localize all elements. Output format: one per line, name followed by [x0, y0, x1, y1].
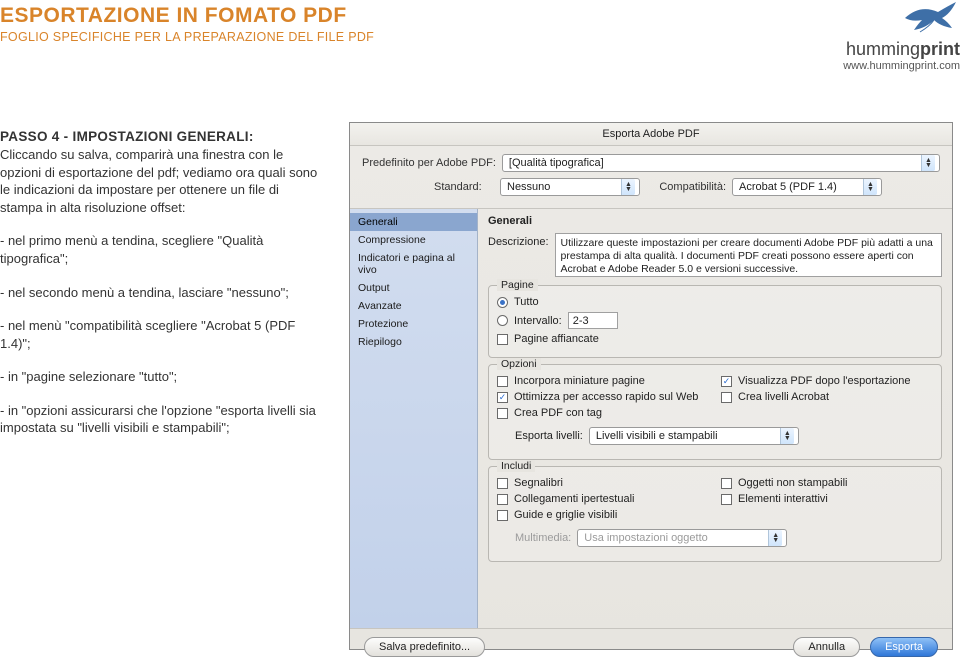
chevron-updown-icon: ▲▼ — [768, 530, 782, 546]
compat-dropdown[interactable]: Acrobat 5 (PDF 1.4) ▲▼ — [732, 178, 882, 196]
radio-icon — [497, 315, 508, 326]
bullet-2: - nel secondo menù a tendina, lasciare "… — [0, 284, 325, 302]
save-preset-button[interactable]: Salva predefinito... — [364, 637, 485, 657]
sidebar-item-compressione[interactable]: Compressione — [350, 231, 477, 249]
brand-block: hummingprint www.hummingprint.com — [843, 0, 960, 72]
step-title: PASSO 4 - IMPOSTAZIONI GENERALI: — [0, 129, 254, 144]
sidebar-item-indicatori[interactable]: Indicatori e pagina al vivo — [350, 249, 477, 279]
sidebar-item-avanzate[interactable]: Avanzate — [350, 297, 477, 315]
checkbox-icon — [497, 376, 508, 387]
radio-icon — [497, 297, 508, 308]
export-layers-label: Esporta livelli: — [515, 430, 583, 442]
chevron-updown-icon: ▲▼ — [780, 428, 794, 444]
page-title: ESPORTAZIONE IN FOMATO PDF — [0, 4, 960, 28]
dialog-title: Esporta Adobe PDF — [350, 123, 952, 146]
checkbox-icon — [497, 334, 508, 345]
check-non-stampabili[interactable]: Oggetti non stampabili — [721, 477, 933, 489]
group-title-includi: Includi — [497, 460, 535, 472]
sidebar-item-generali[interactable]: Generali — [350, 213, 477, 231]
description-textarea[interactable]: Utilizzare queste impostazioni per crear… — [555, 233, 942, 277]
bullet-1: - nel primo menù a tendina, scegliere "Q… — [0, 232, 325, 267]
group-title-opzioni: Opzioni — [497, 358, 541, 370]
check-segnalibri[interactable]: Segnalibri — [497, 477, 709, 489]
hummingbird-icon — [900, 0, 960, 39]
radio-intervallo[interactable]: Intervallo: 2-3 — [497, 312, 933, 329]
chevron-updown-icon: ▲▼ — [921, 155, 935, 171]
group-title-pagine: Pagine — [497, 279, 538, 291]
sidebar-item-output[interactable]: Output — [350, 279, 477, 297]
sidebar-item-protezione[interactable]: Protezione — [350, 315, 477, 333]
panel-heading: Generali — [488, 215, 942, 227]
sidebar-item-riepilogo[interactable]: Riepilogo — [350, 333, 477, 351]
checkbox-icon — [497, 510, 508, 521]
description-label: Descrizione: — [488, 233, 549, 248]
page-subtitle: FOGLIO SPECIFICHE PER LA PREPARAZIONE DE… — [0, 30, 960, 44]
preset-label: Predefinito per Adobe PDF: — [362, 157, 496, 169]
range-field[interactable]: 2-3 — [568, 312, 618, 329]
chevron-updown-icon: ▲▼ — [621, 179, 635, 195]
bullet-4: - in "pagine selezionare "tutto"; — [0, 368, 325, 386]
check-acrolayers[interactable]: Crea livelli Acrobat — [721, 391, 933, 403]
bullet-3: - nel menù "compatibilità scegliere "Acr… — [0, 317, 325, 352]
check-viewpdf[interactable]: ✓Visualizza PDF dopo l'esportazione — [721, 375, 933, 387]
checkbox-icon — [497, 408, 508, 419]
checkbox-icon: ✓ — [721, 376, 732, 387]
preset-dropdown[interactable]: [Qualità tipografica] ▲▼ — [502, 154, 940, 172]
check-miniature[interactable]: Incorpora miniature pagine — [497, 375, 709, 387]
checkbox-icon: ✓ — [497, 392, 508, 403]
group-includi: Includi Segnalibri Collegamenti ipertest… — [488, 466, 942, 562]
checkbox-icon — [497, 494, 508, 505]
check-ipertestuali[interactable]: Collegamenti ipertestuali — [497, 493, 709, 505]
chevron-updown-icon: ▲▼ — [863, 179, 877, 195]
group-opzioni: Opzioni Incorpora miniature pagine ✓Otti… — [488, 364, 942, 460]
group-pagine: Pagine Tutto Intervallo: 2-3 Pagine affi… — [488, 285, 942, 358]
brand-name: hummingprint — [843, 39, 960, 60]
export-button[interactable]: Esporta — [870, 637, 938, 657]
checkbox-icon — [497, 478, 508, 489]
dialog-sidebar: Generali Compressione Indicatori e pagin… — [350, 209, 478, 628]
check-interattivi[interactable]: Elementi interattivi — [721, 493, 933, 505]
bullet-5: - in "opzioni assicurarsi che l'opzione … — [0, 402, 325, 437]
check-guide-griglie[interactable]: Guide e griglie visibili — [497, 509, 709, 521]
intro-text: Cliccando su salva, comparirà una finest… — [0, 147, 317, 215]
radio-tutto[interactable]: Tutto — [497, 296, 933, 308]
standard-dropdown[interactable]: Nessuno ▲▼ — [500, 178, 640, 196]
check-fastweb[interactable]: ✓Ottimizza per accesso rapido sul Web — [497, 391, 709, 403]
compat-label: Compatibilità: — [646, 181, 726, 193]
export-pdf-dialog: Esporta Adobe PDF Predefinito per Adobe … — [349, 122, 953, 650]
check-pagine-affiancate[interactable]: Pagine affiancate — [497, 333, 933, 345]
checkbox-icon — [721, 478, 732, 489]
multimedia-label: Multimedia: — [515, 532, 571, 544]
checkbox-icon — [721, 494, 732, 505]
check-tagged[interactable]: Crea PDF con tag — [497, 407, 709, 419]
standard-label: Standard: — [434, 181, 494, 193]
checkbox-icon — [721, 392, 732, 403]
multimedia-dropdown: Usa impostazioni oggetto ▲▼ — [577, 529, 787, 547]
cancel-button[interactable]: Annulla — [793, 637, 860, 657]
brand-url: www.hummingprint.com — [843, 60, 960, 72]
instruction-column: PASSO 4 - IMPOSTAZIONI GENERALI: Cliccan… — [0, 128, 325, 453]
export-layers-dropdown[interactable]: Livelli visibili e stampabili ▲▼ — [589, 427, 799, 445]
